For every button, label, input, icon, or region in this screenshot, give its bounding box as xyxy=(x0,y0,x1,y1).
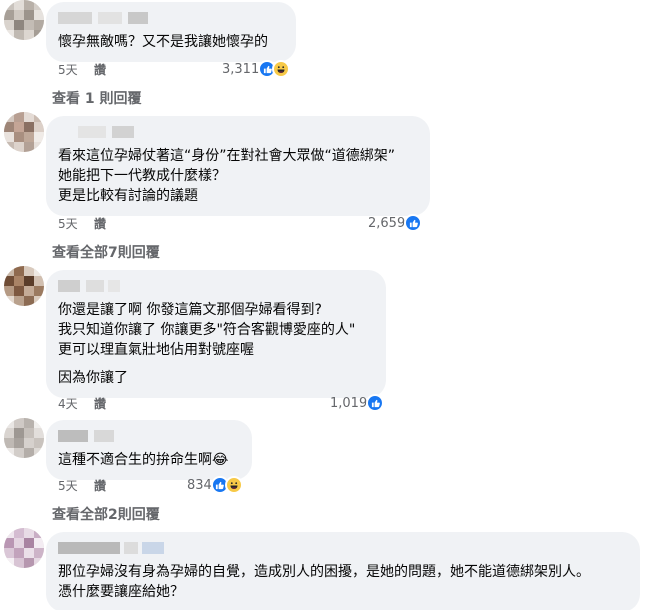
comment-text: 看來這位孕婦仗著這“身份”在對社會大眾做“道德綁架” xyxy=(58,148,396,164)
comment-time[interactable]: 4天 xyxy=(58,395,94,412)
view-replies-link[interactable]: 查看全部2則回覆 xyxy=(52,504,160,524)
comment-actions: 5天 讚 xyxy=(58,474,106,496)
haha-icon xyxy=(272,60,291,78)
comment-time[interactable]: 5天 xyxy=(58,61,94,78)
commenter-name-redacted[interactable] xyxy=(58,428,240,444)
like-button[interactable]: 讚 xyxy=(94,477,106,494)
reaction-summary[interactable]: 834 xyxy=(187,474,243,496)
avatar[interactable] xyxy=(4,528,44,568)
reaction-count: 834 xyxy=(187,477,212,493)
comment-time[interactable]: 5天 xyxy=(58,215,94,232)
reaction-summary[interactable]: 3,311 xyxy=(222,58,291,80)
view-replies-link[interactable]: 查看 1 則回覆 xyxy=(52,88,142,108)
comment-bubble: 看來這位孕婦仗著這“身份”在對社會大眾做“道德綁架” 她能把下一代教成什麼樣？ … xyxy=(46,116,430,216)
avatar[interactable] xyxy=(4,0,44,40)
view-replies-link[interactable]: 查看全部7則回覆 xyxy=(52,242,160,262)
comment-bubble: 那位孕婦沒有身為孕婦的自覺，造成別人的困擾，是她的問題，她不能道德綁架別人。 憑… xyxy=(46,532,640,610)
like-button[interactable]: 讚 xyxy=(94,395,106,412)
comment-text: 她能把下一代教成什麼樣？ xyxy=(58,168,226,184)
commenter-name-redacted[interactable] xyxy=(58,278,374,294)
comment-actions: 5天 讚 xyxy=(58,212,106,234)
comment-actions: 5天 讚 xyxy=(58,58,106,80)
like-icon xyxy=(366,394,385,412)
comment-bubble: 你還是讓了啊 你發這篇文那個孕婦看得到? 我只知道你讓了 你讓更多"符合客觀博愛… xyxy=(46,270,386,398)
reaction-summary[interactable]: 2,659 xyxy=(368,212,423,234)
comment-text: 更可以理直氣壯地佔用對號座喔 xyxy=(58,342,254,358)
comment-bubble: 這種不適合生的拚命生啊😂 xyxy=(46,420,252,480)
commenter-name-redacted[interactable] xyxy=(58,540,628,556)
reaction-count: 3,311 xyxy=(222,61,260,77)
commenter-name-redacted[interactable] xyxy=(58,10,284,26)
reaction-count: 1,019 xyxy=(330,395,368,411)
comment-time[interactable]: 5天 xyxy=(58,477,94,494)
comment-text: 你還是讓了啊 你發這篇文那個孕婦看得到? xyxy=(58,302,322,318)
comment-text: 更是比較有討論的議題 xyxy=(58,188,198,204)
reaction-count: 2,659 xyxy=(368,215,406,231)
like-button[interactable]: 讚 xyxy=(94,61,106,78)
avatar[interactable] xyxy=(4,418,44,458)
haha-icon xyxy=(224,476,243,494)
comment-text: 這種不適合生的拚命生啊😂 xyxy=(58,452,229,468)
avatar[interactable] xyxy=(4,112,44,152)
comment-text: 憑什麼要讓座給她？ xyxy=(58,584,184,600)
comment-text: 那位孕婦沒有身為孕婦的自覺，造成別人的困擾，是她的問題，她不能道德綁架別人。 xyxy=(58,564,590,580)
comment-bubble: 懷孕無敵嗎？又不是我讓她懷孕的 xyxy=(46,2,296,62)
like-button[interactable]: 讚 xyxy=(94,215,106,232)
comment-actions: 4天 讚 xyxy=(58,392,106,414)
avatar[interactable] xyxy=(4,266,44,306)
comment-text: 因為你讓了 xyxy=(58,370,128,386)
commenter-name-redacted[interactable] xyxy=(58,124,418,140)
comment-text: 我只知道你讓了 你讓更多"符合客觀博愛座的人" xyxy=(58,322,356,338)
like-icon xyxy=(404,214,423,232)
reaction-summary[interactable]: 1,019 xyxy=(330,392,385,414)
comment-text: 懷孕無敵嗎？又不是我讓她懷孕的 xyxy=(58,34,268,50)
